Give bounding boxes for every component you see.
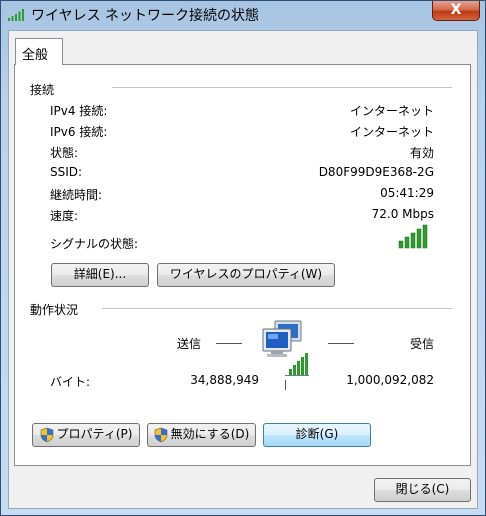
ipv6-value: インターネット (349, 125, 434, 139)
title-bar[interactable]: ワイヤレス ネットワーク接続の状態 X (1, 1, 485, 29)
close-window-button[interactable]: X (432, 1, 480, 21)
properties-button-label: プロパティ(P) (56, 427, 133, 441)
activity-heading: 動作状況 (30, 303, 79, 317)
close-button[interactable]: 閉じる(C) (374, 478, 471, 502)
general-panel: 接続 IPv4 接続: インターネット IPv6 接続: インターネット 状態:… (14, 64, 471, 466)
signal-bar (422, 224, 428, 249)
ipv6-label: IPv6 接続: (50, 125, 108, 139)
sent-label: 送信 (177, 337, 202, 351)
network-cable-line (285, 380, 286, 390)
duration-value: 05:41:29 (380, 186, 434, 200)
ipv4-label: IPv4 接続: (50, 104, 108, 118)
tab-general-label: 全般 (22, 48, 49, 63)
activity-separator (102, 308, 452, 309)
diagnose-button[interactable]: 診断(G) (263, 423, 371, 447)
connection-separator (112, 87, 452, 88)
uac-shield-icon (40, 427, 53, 442)
tab-general[interactable]: 全般 (15, 38, 63, 65)
disable-button-label: 無効にする(D) (170, 427, 250, 441)
signal-bar (398, 240, 404, 249)
speed-label: 速度: (50, 209, 79, 223)
details-button[interactable]: 詳細(E)... (51, 263, 149, 287)
ipv4-value: インターネット (349, 104, 434, 118)
properties-button[interactable]: プロパティ(P) (32, 423, 140, 447)
uac-shield-icon (154, 427, 167, 442)
signal-bar (416, 228, 422, 249)
signal-strength-icon (398, 224, 428, 249)
speed-value: 72.0 Mbps (371, 207, 434, 221)
sent-line (216, 343, 242, 344)
sent-bytes-value: 34,888,949 (190, 373, 259, 387)
ssid-value: D80F99D9E368-2G (318, 165, 434, 179)
window-title: ワイヤレス ネットワーク接続の状態 (31, 8, 260, 24)
connection-heading: 接続 (30, 83, 55, 97)
duration-label: 継続時間: (50, 188, 103, 202)
wireless-signal-icon (8, 9, 24, 21)
received-bytes-value: 1,000,092,082 (346, 373, 434, 387)
wireless-properties-button[interactable]: ワイヤレスのプロパティ(W) (157, 263, 335, 287)
disable-button[interactable]: 無効にする(D) (147, 423, 256, 447)
network-computers-icon (262, 320, 309, 376)
signal-bar (410, 232, 416, 249)
signal-label: シグナルの状態: (50, 237, 139, 251)
received-line (328, 343, 354, 344)
received-label: 受信 (409, 337, 434, 351)
signal-bar (404, 236, 410, 249)
ssid-label: SSID: (50, 165, 83, 179)
state-label: 状態: (50, 146, 79, 160)
dialog-window: ワイヤレス ネットワーク接続の状態 X 全般 接続 IPv4 接続: インターネ… (0, 0, 486, 516)
state-value: 有効 (409, 146, 434, 160)
bytes-label: バイト: (50, 375, 91, 389)
